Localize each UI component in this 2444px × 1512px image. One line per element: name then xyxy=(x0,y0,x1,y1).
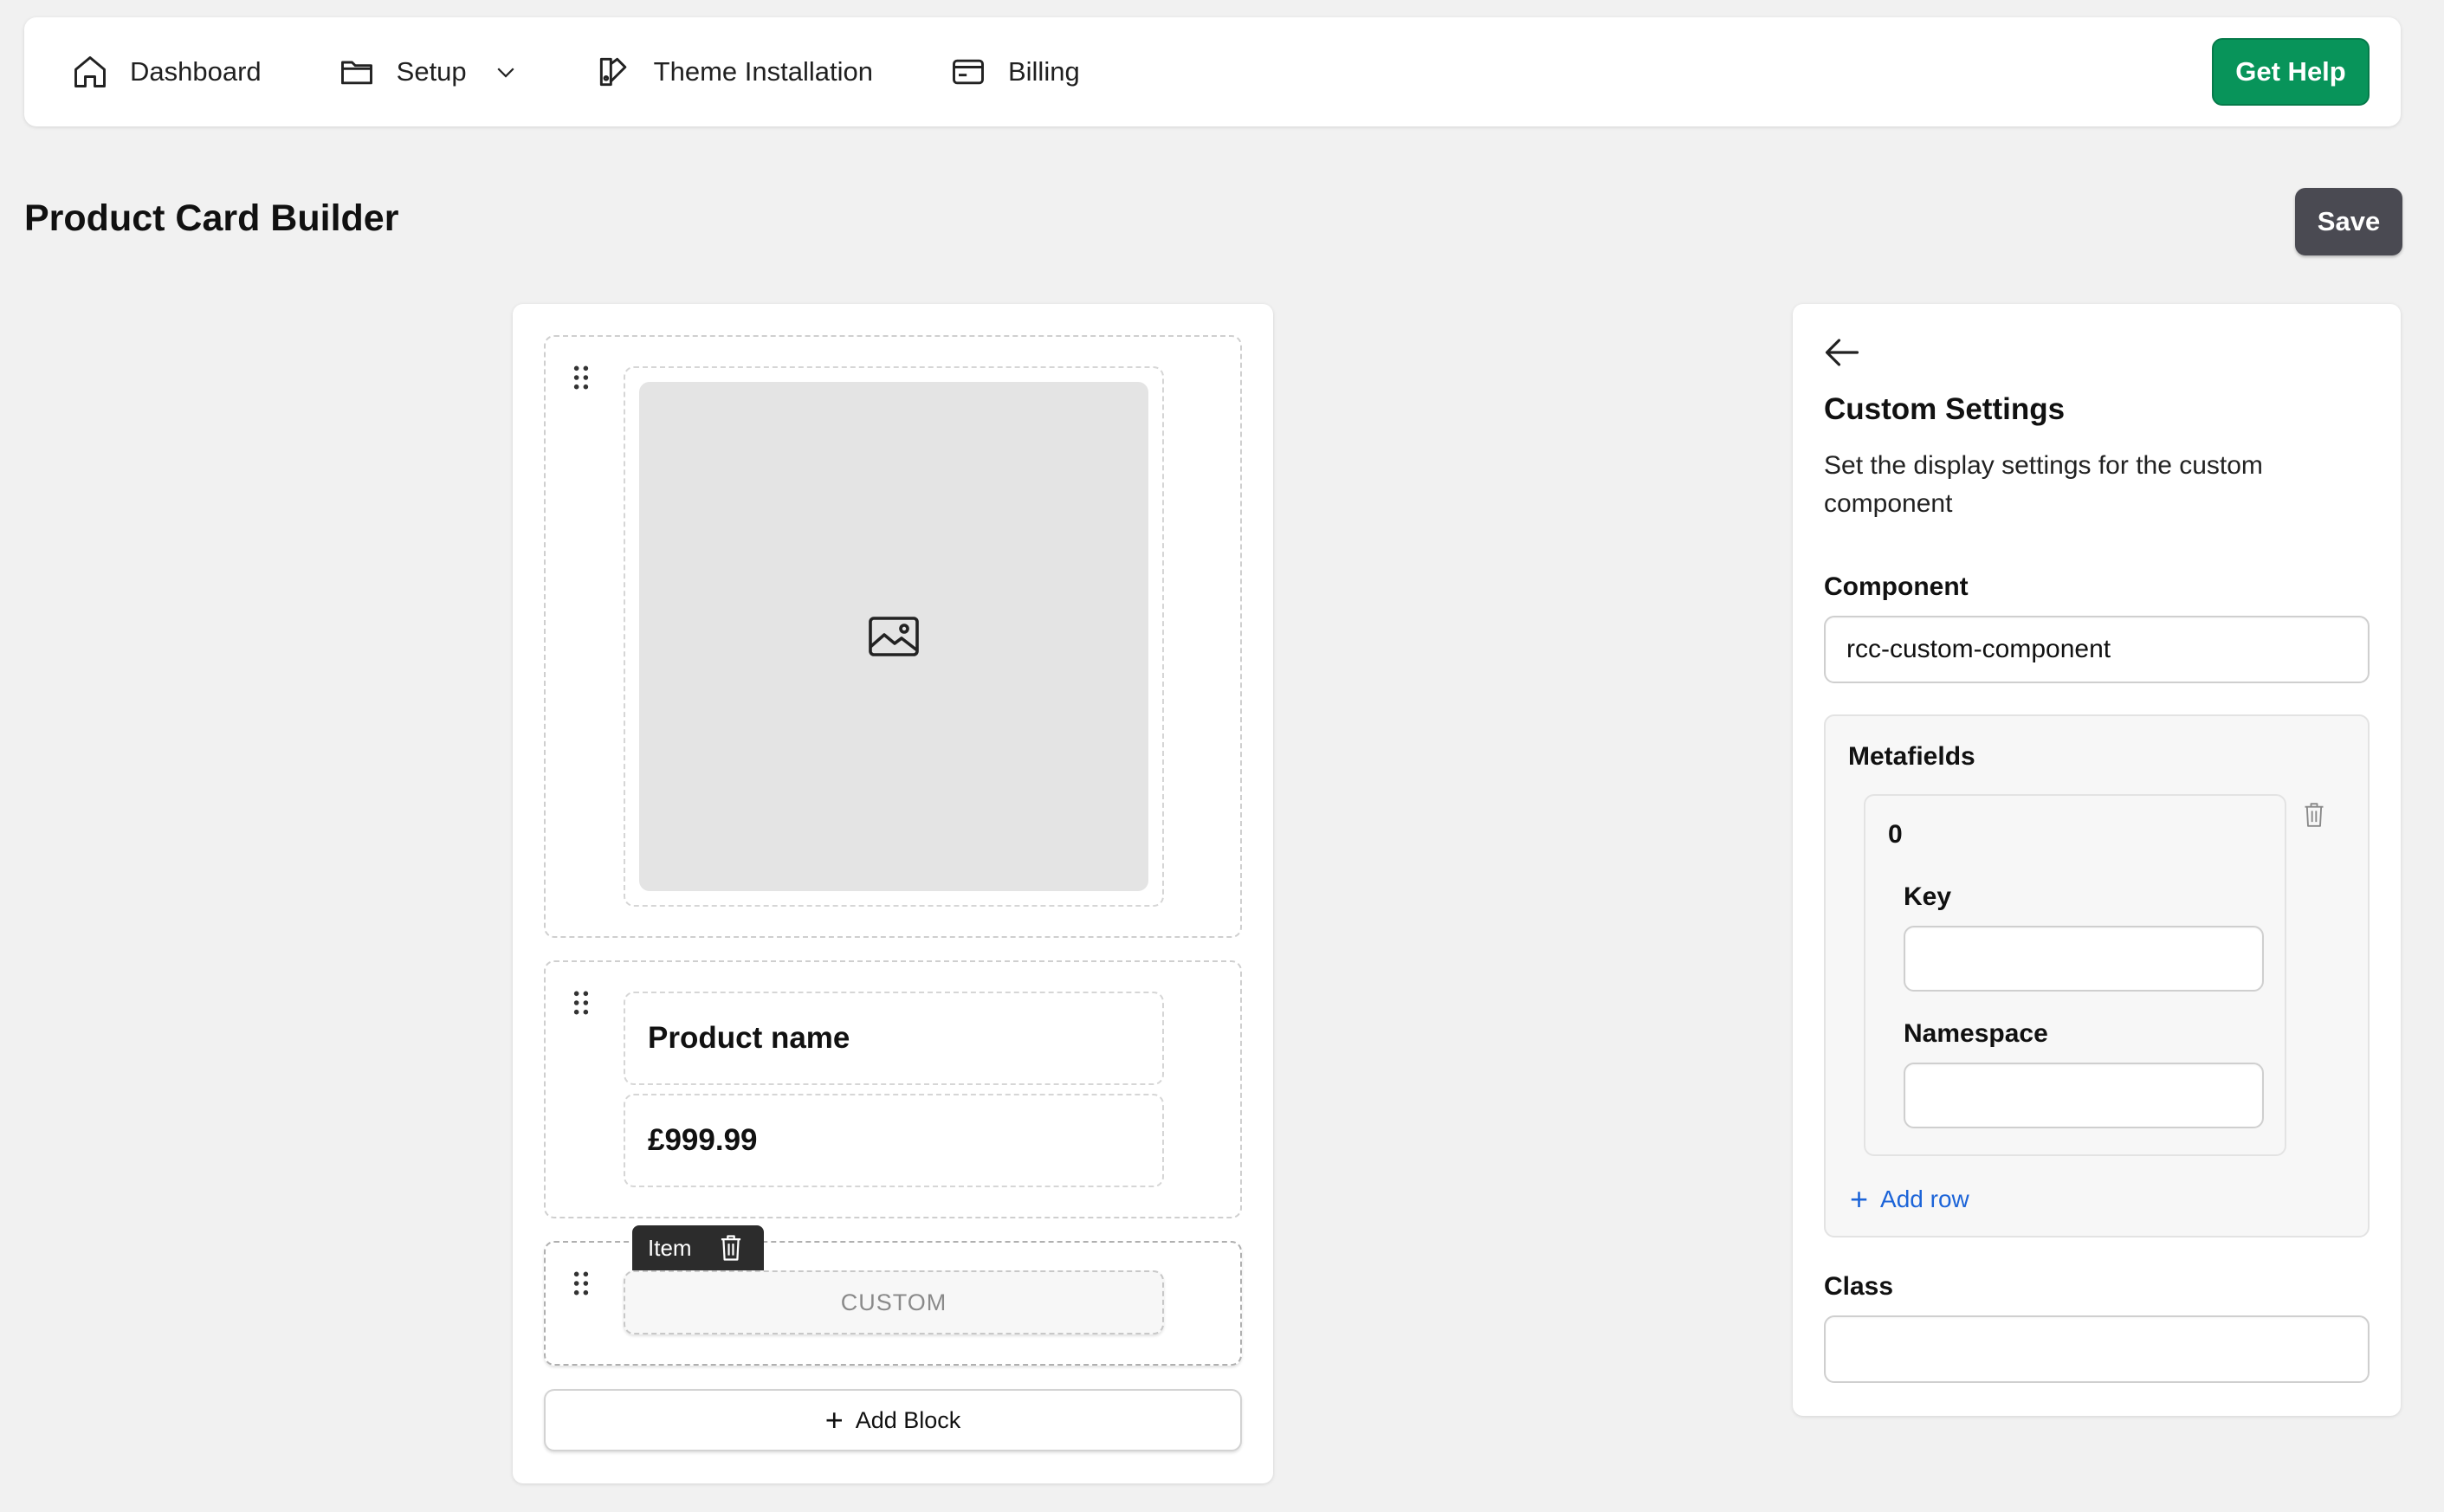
trash-icon[interactable] xyxy=(718,1234,744,1262)
row-index: 0 xyxy=(1888,820,1903,849)
component-label: Component xyxy=(1824,572,1969,601)
page-title: Product Card Builder xyxy=(24,197,399,239)
credit-card-icon xyxy=(953,59,984,85)
key-label: Key xyxy=(1904,882,1952,911)
item-tag-label: Item xyxy=(648,1234,692,1261)
nav-item-label: Setup xyxy=(396,56,467,87)
nav-item-label: Theme Installation xyxy=(653,56,873,87)
item-tag: Item xyxy=(632,1225,764,1270)
panel-title: Custom Settings xyxy=(1824,392,2066,426)
add-row-button[interactable]: + Add row xyxy=(1850,1184,1969,1215)
add-block-label: Add Block xyxy=(855,1406,961,1433)
drag-handle-icon[interactable] xyxy=(572,1270,591,1296)
custom-settings-panel: Custom Settings Set the display settings… xyxy=(1793,304,2401,1416)
key-input[interactable] xyxy=(1904,926,2264,992)
image-icon xyxy=(869,617,919,656)
add-block-button[interactable]: + Add Block xyxy=(544,1389,1242,1451)
image-block[interactable] xyxy=(544,335,1242,938)
nav-item-label: Billing xyxy=(1007,56,1080,87)
namespace-label: Namespace xyxy=(1904,1019,2048,1048)
product-card-preview: Product name £999.99 Item CUSTOM + Add B… xyxy=(513,304,1273,1483)
class-label: Class xyxy=(1824,1272,1894,1301)
nav-item-theme-installation[interactable]: Theme Installation xyxy=(595,42,873,102)
text-block[interactable]: Product name £999.99 xyxy=(544,960,1242,1218)
get-help-button[interactable]: Get Help xyxy=(2212,38,2370,106)
plus-icon: + xyxy=(1850,1181,1869,1217)
component-input[interactable]: rcc-custom-component xyxy=(1824,616,2370,683)
image-placeholder xyxy=(639,382,1148,891)
product-name-text: Product name xyxy=(648,1021,850,1055)
panel-description: Set the display settings for the custom … xyxy=(1824,451,2263,518)
nav-item-dashboard[interactable]: Dashboard xyxy=(71,42,262,102)
add-row-label: Add row xyxy=(1880,1186,1969,1212)
custom-block[interactable]: Item CUSTOM xyxy=(544,1225,1242,1366)
price-text: £999.99 xyxy=(648,1123,758,1157)
nav-item-setup[interactable]: Setup xyxy=(338,42,519,102)
metafields-label: Metafields xyxy=(1848,742,1975,771)
top-nav: Dashboard Setup Theme Installation Billi… xyxy=(24,17,2401,126)
price-element[interactable]: £999.99 xyxy=(624,1094,1164,1187)
product-name-element[interactable]: Product name xyxy=(624,992,1164,1085)
drag-handle-icon[interactable] xyxy=(572,990,591,1016)
nav-item-label: Dashboard xyxy=(130,56,262,87)
save-button[interactable]: Save xyxy=(2295,188,2402,255)
namespace-input[interactable] xyxy=(1904,1063,2264,1128)
chevron-down-icon[interactable] xyxy=(493,59,519,85)
metafields-section: Metafields 0 Key Namespace + Add row xyxy=(1824,714,2370,1237)
folder-icon xyxy=(340,61,372,85)
nav-item-billing[interactable]: Billing xyxy=(949,42,1080,102)
drag-handle-icon[interactable] xyxy=(572,365,591,391)
metafield-row: 0 Key Namespace xyxy=(1864,794,2286,1156)
image-element[interactable] xyxy=(624,366,1164,907)
plus-icon: + xyxy=(824,1402,844,1438)
home-icon xyxy=(74,56,106,87)
back-arrow-icon[interactable] xyxy=(1824,337,1860,368)
palette-icon xyxy=(599,57,626,87)
class-input[interactable] xyxy=(1824,1315,2370,1383)
delete-row-trash-icon[interactable] xyxy=(2302,801,2326,829)
custom-element[interactable]: CUSTOM xyxy=(624,1270,1164,1334)
